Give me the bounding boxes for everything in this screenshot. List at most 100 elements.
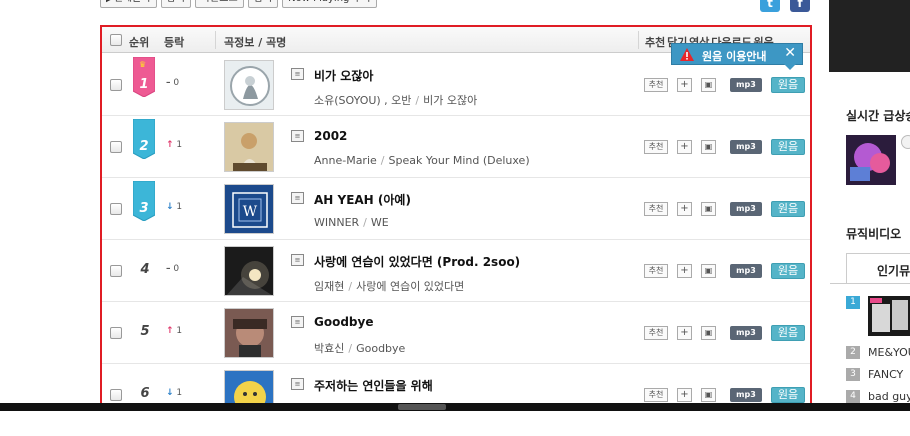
separator: / [348,342,353,355]
song-info-icon[interactable]: ≡ [291,130,304,142]
header-rank: 순위 [129,36,150,49]
tooltip-tail [784,64,796,70]
video-icon[interactable]: ▣ [701,78,716,92]
download-button[interactable]: 다운로드 [194,0,244,8]
album-name[interactable]: 비가 오잖아 [423,94,477,107]
album-art[interactable]: W [224,184,274,234]
song-title[interactable]: 주저하는 연인들을 위해 [314,377,433,394]
video-icon[interactable]: ▣ [701,202,716,216]
album-name[interactable]: WE [371,216,389,229]
table-row[interactable]: 2 ↑ 1 ≡ 2002 Anne-Marie / Speak Your Mind … [102,116,810,178]
mp3-download-button[interactable]: mp3 [730,78,762,92]
song-info-icon[interactable]: ≡ [291,378,304,390]
album-name[interactable]: 사랑에 연습이 있었다면 [356,280,464,293]
song-title[interactable]: 2002 [314,129,347,143]
horizontal-scrollbar[interactable] [0,403,910,411]
mv-item-title[interactable]: ME&YOU [868,346,910,359]
row-checkbox[interactable] [110,327,122,339]
mp3-download-button[interactable]: mp3 [730,388,762,402]
original-sound-button[interactable]: 원음 [771,263,805,279]
video-icon[interactable]: ▣ [701,140,716,154]
mp3-download-button[interactable]: mp3 [730,140,762,154]
album-name[interactable]: Goodbye [356,342,405,355]
add-to-playlist-button[interactable]: + [677,140,692,154]
mv-tab-popular[interactable]: 인기뮤 [846,253,910,283]
song-title[interactable]: AH YEAH (아예) [314,191,411,208]
original-sound-button[interactable]: 원음 [771,139,805,155]
row-checkbox[interactable] [110,389,122,401]
table-row[interactable]: 5 ↑ 1 ≡ Goodbye 박효신 / Goodbye 추천 + ▣ mp3 원… [102,302,810,364]
song-info-icon[interactable]: ≡ [291,316,304,328]
original-sound-button[interactable]: 원음 [771,387,805,403]
artist-name[interactable]: 소유(SOYOU) , 오반 [314,94,411,107]
song-info-icon[interactable]: ≡ [291,192,304,204]
album-art[interactable] [224,60,274,110]
rank-change-value: 1 [176,326,183,336]
rank-change: ↑ 1 [166,326,182,336]
add-to-playlist-button[interactable]: + [677,78,692,92]
mv-item-title[interactable]: bad guy [868,390,910,403]
song-title[interactable]: Goodbye [314,315,373,329]
song-title[interactable]: 사랑에 연습이 있었다면 (Prod. 2soo) [314,253,520,270]
rank-number: 1 [139,77,149,92]
original-sound-button[interactable]: 원음 [771,201,805,217]
artist-name[interactable]: Anne-Marie [314,154,377,167]
add-to-playlist-button[interactable]: + [677,326,692,340]
separator: / [415,94,420,107]
video-icon[interactable]: ▣ [701,326,716,340]
scrollbar-thumb[interactable] [398,404,446,410]
select-all-checkbox[interactable] [110,34,122,46]
add-button[interactable]: 담기 [160,0,191,8]
same-arrow-icon: – [166,264,171,274]
realtime-thumbnail[interactable] [846,135,896,185]
video-icon[interactable]: ▣ [701,388,716,402]
row-checkbox[interactable] [110,203,122,215]
add-to-playlist-button[interactable]: + [677,264,692,278]
realtime-play-button[interactable] [901,135,910,149]
mp3-download-button[interactable]: mp3 [730,202,762,216]
recommend-button[interactable]: 추천 [644,202,668,216]
separator: / [348,280,353,293]
close-icon[interactable]: ✕ [784,45,796,61]
original-sound-button[interactable]: 원음 [771,325,805,341]
artist-name[interactable]: WINNER [314,216,359,229]
mv-item-title[interactable]: FANCY [868,368,903,381]
recommend-button[interactable]: 추천 [644,388,668,402]
song-info-icon[interactable]: ≡ [291,254,304,266]
header-song-info: 곡정보 / 곡명 [224,36,287,49]
add-to-playlist-button[interactable]: + [677,388,692,402]
table-row[interactable]: 3 ↓ 1 W ≡ AH YEAH (아예) WINNER / WE 추천 + ▣ … [102,178,810,240]
play-all-button[interactable]: ▶전체듣기 [100,0,157,8]
artist-name[interactable]: 박효신 [314,342,344,355]
original-sound-button[interactable]: 원음 [771,77,805,93]
row-checkbox[interactable] [110,265,122,277]
album-art[interactable] [224,246,274,296]
artist-name[interactable]: 임재현 [314,280,344,293]
recommend-button[interactable]: 추천 [644,264,668,278]
add-to-playlist-button[interactable]: + [677,202,692,216]
mp3-download-button[interactable]: mp3 [730,264,762,278]
rank-ribbon: 2 [133,119,155,159]
rank-number: 2 [139,139,149,154]
album-art[interactable] [224,122,274,172]
song-info-icon[interactable]: ≡ [291,68,304,80]
facebook-share-button[interactable]: f [790,0,810,12]
sidebar-banner[interactable] [829,0,910,72]
album-art-image [225,309,273,357]
recommend-button[interactable]: 추천 [644,78,668,92]
recommend-button[interactable]: 추천 [644,140,668,154]
album-art[interactable] [224,308,274,358]
table-row[interactable]: 4 – 0 ≡ 사랑에 연습이 있었다면 (Prod. 2soo) 임재현 / 사랑… [102,240,810,302]
rank-change-value: 1 [176,202,183,212]
twitter-share-button[interactable]: t [760,0,780,12]
mv-thumbnail[interactable] [868,296,910,336]
recommend-button[interactable]: 추천 [644,326,668,340]
album-name[interactable]: Speak Your Mind (Deluxe) [389,154,530,167]
now-playing-button[interactable]: Now Playing 추가 [282,0,377,8]
video-icon[interactable]: ▣ [701,264,716,278]
row-checkbox[interactable] [110,141,122,153]
row-checkbox[interactable] [110,79,122,91]
add-to-list-button[interactable]: 담기 [247,0,279,8]
mp3-download-button[interactable]: mp3 [730,326,762,340]
song-title[interactable]: 비가 오잖아 [314,67,373,84]
